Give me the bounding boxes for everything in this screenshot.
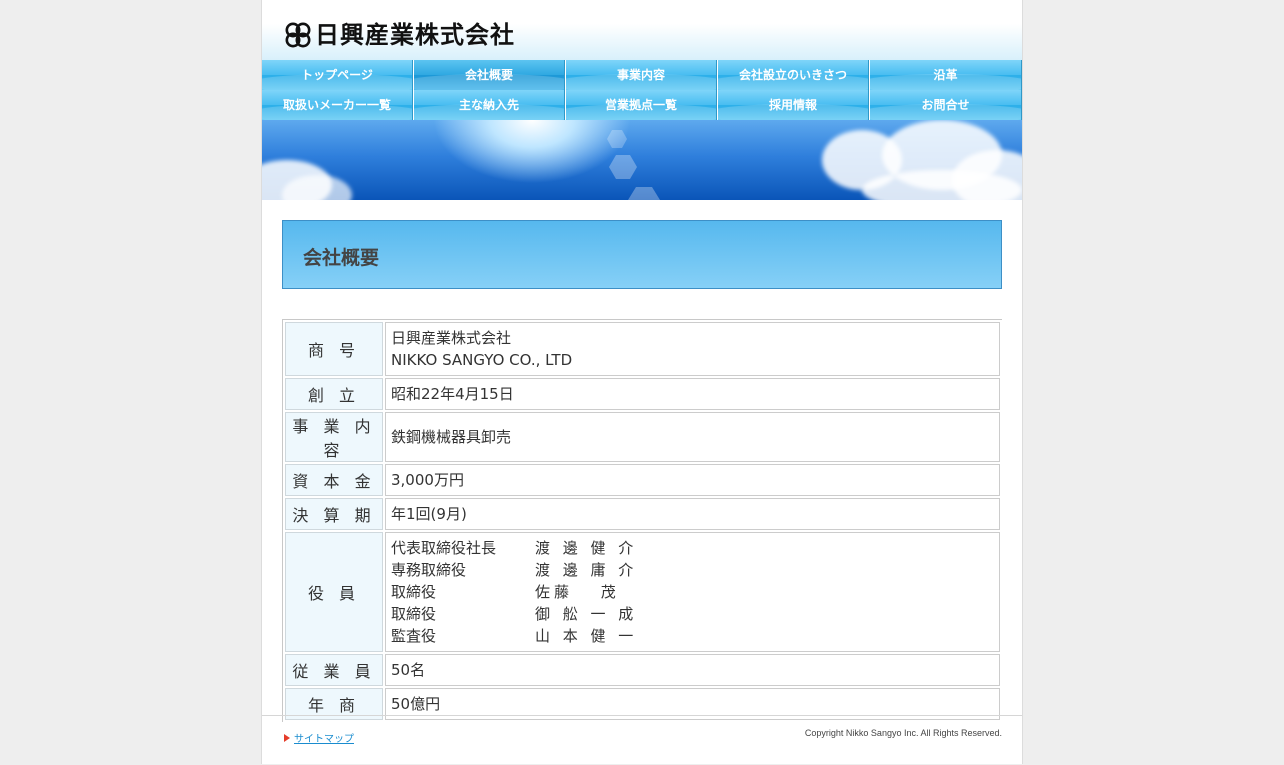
table-row: 従 業 員 50名 [285,654,1000,686]
company-logo[interactable]: 日興産業株式会社 [284,20,515,50]
capital-value: 3,000万円 [385,464,1000,496]
founded-value: 昭和22年4月15日 [385,378,1000,410]
page: 日興産業株式会社 トップページ 会社概要 事業内容 会社設立のいきさつ 沿革 取… [261,0,1023,764]
trade-name-value: 日興産業株式会社 NIKKO SANGYO CO., LTD [385,322,1000,376]
page-title: 会社概要 [303,247,380,269]
fiscal-value: 年1回(9月) [385,498,1000,530]
company-name: 日興産業株式会社 [315,21,515,49]
hexagon-decoration [607,130,660,200]
nav-branches[interactable]: 営業拠点一覧 [566,90,717,120]
sky-banner [262,120,1022,200]
business-label: 事 業 内 容 [285,412,383,462]
capital-label: 資 本 金 [285,464,383,496]
arrow-right-icon [284,733,290,742]
nav-clients[interactable]: 主な納入先 [414,90,565,120]
global-nav: トップページ 会社概要 事業内容 会社設立のいきさつ 沿革 取扱いメーカー一覧 … [262,60,1022,120]
nav-founding-story[interactable]: 会社設立のいきさつ [718,60,869,90]
business-value: 鉄鋼機械器具卸売 [385,412,1000,462]
officer-row: 専務取締役渡 邊 庸 介 [391,561,638,579]
nav-recruit[interactable]: 採用情報 [718,90,869,120]
table-row: 事 業 内 容 鉄鋼機械器具卸売 [285,412,1000,462]
table-row: 商 号 日興産業株式会社 NIKKO SANGYO CO., LTD [285,322,1000,376]
table-row: 創 立 昭和22年4月15日 [285,378,1000,410]
copyright-text: Copyright Nikko Sangyo Inc. All Rights R… [804,728,1002,738]
officer-row: 取締役 佐藤 茂 [391,583,620,601]
four-circle-knot-icon [285,22,311,48]
nav-makers[interactable]: 取扱いメーカー一覧 [262,90,413,120]
sitemap-link[interactable]: サイトマップ [284,730,354,745]
employees-label: 従 業 員 [285,654,383,686]
sitemap-label: サイトマップ [294,734,354,745]
employees-value: 50名 [385,654,1000,686]
site-header: 日興産業株式会社 [262,0,1022,60]
fiscal-label: 決 算 期 [285,498,383,530]
site-footer: サイトマップ Copyright Nikko Sangyo Inc. All R… [262,715,1022,765]
nav-top-page[interactable]: トップページ [262,60,413,90]
officers-value: 代表取締役社長渡 邊 健 介 専務取締役渡 邊 庸 介 取締役 佐藤 茂 取締役御… [385,532,1000,652]
founded-label: 創 立 [285,378,383,410]
table-row: 決 算 期 年1回(9月) [285,498,1000,530]
nav-contact[interactable]: お問合せ [870,90,1022,120]
table-row: 資 本 金 3,000万円 [285,464,1000,496]
nav-business[interactable]: 事業内容 [566,60,717,90]
company-profile-table: 商 号 日興産業株式会社 NIKKO SANGYO CO., LTD 創 立 昭… [282,319,1002,722]
table-row: 役 員 代表取締役社長渡 邊 健 介 専務取締役渡 邊 庸 介 取締役 佐藤 茂 … [285,532,1000,652]
page-heading: 会社概要 [282,220,1002,289]
trade-name-label: 商 号 [285,322,383,376]
nav-history[interactable]: 沿革 [870,60,1022,90]
officer-row: 監査役山 本 健 一 [391,627,638,645]
officers-label: 役 員 [285,532,383,652]
officer-row: 代表取締役社長渡 邊 健 介 [391,539,638,557]
trade-name-en: NIKKO SANGYO CO., LTD [391,351,573,369]
trade-name-ja: 日興産業株式会社 [391,329,512,347]
nav-company-overview[interactable]: 会社概要 [414,60,565,90]
officer-row: 取締役御 舩 一 成 [391,605,638,623]
